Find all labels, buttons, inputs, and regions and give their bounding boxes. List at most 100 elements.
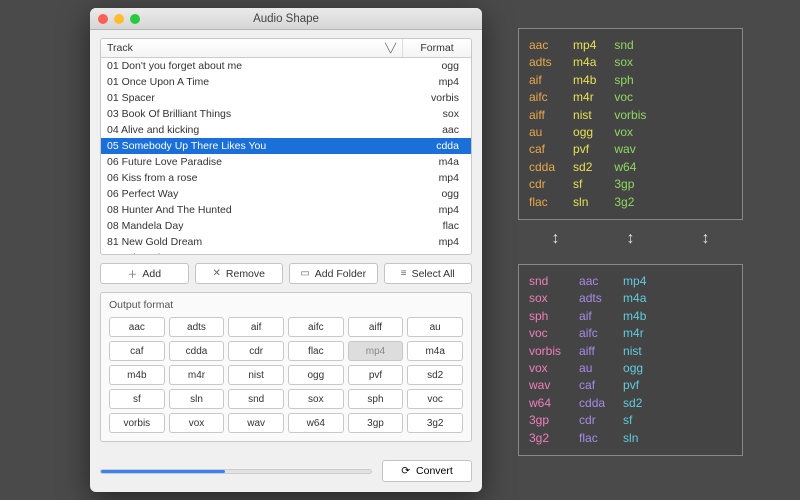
legend-item: w64 xyxy=(529,395,561,412)
format-snd[interactable]: snd xyxy=(228,389,284,409)
table-row[interactable]: 06 Kiss from a rosemp4 xyxy=(101,170,471,186)
legend-item: au xyxy=(579,360,605,377)
legend-item: flac xyxy=(579,430,605,447)
format-grid: aacadtsaifaifcaiffau cafcddacdrflacmp4m4a… xyxy=(109,317,463,433)
table-row[interactable]: 01 Lola's Thememp4 xyxy=(101,250,471,254)
format-ogg[interactable]: ogg xyxy=(288,365,344,385)
output-label: Output format xyxy=(109,299,463,311)
remove-button[interactable]: ✕Remove xyxy=(195,263,284,284)
format-pvf[interactable]: pvf xyxy=(348,365,404,385)
track-format: mp4 xyxy=(403,234,471,250)
legend-item: m4a xyxy=(623,290,646,307)
table-row[interactable]: 01 Once Upon A Timemp4 xyxy=(101,74,471,90)
footer: ⟳Convert xyxy=(100,460,472,482)
format-flac[interactable]: flac xyxy=(288,341,344,361)
add-folder-button[interactable]: ▭Add Folder xyxy=(289,263,378,284)
legend-item: caf xyxy=(579,377,605,394)
format-w64[interactable]: w64 xyxy=(288,413,344,433)
table-row[interactable]: 01 Don't you forget about meogg xyxy=(101,58,471,74)
table-row[interactable]: 01 Spacervorbis xyxy=(101,90,471,106)
table-row[interactable]: 08 Mandela Dayflac xyxy=(101,218,471,234)
format-voc[interactable]: voc xyxy=(407,389,463,409)
legend-item: voc xyxy=(614,89,646,106)
legend-item: sph xyxy=(529,308,561,325)
legend-item: 3gp xyxy=(529,412,561,429)
track-format: cdda xyxy=(403,138,471,154)
arrow-icon: ↕ xyxy=(552,230,560,248)
table-row[interactable]: 05 Somebody Up There Likes Youcdda xyxy=(101,138,471,154)
track-format: mp4 xyxy=(403,202,471,218)
format-sln[interactable]: sln xyxy=(169,389,225,409)
table-row[interactable]: 06 Perfect Wayogg xyxy=(101,186,471,202)
format-aifc[interactable]: aifc xyxy=(288,317,344,337)
legend-item: ogg xyxy=(573,124,596,141)
track-name: 08 Hunter And The Hunted xyxy=(101,202,403,218)
table-header: Track╲╱ Format xyxy=(101,39,471,58)
legend-item: 3g2 xyxy=(529,430,561,447)
table-body[interactable]: 01 Don't you forget about meogg01 Once U… xyxy=(101,58,471,254)
legend-item: vorbis xyxy=(614,107,646,124)
format-m4b[interactable]: m4b xyxy=(109,365,165,385)
format-m4r[interactable]: m4r xyxy=(169,365,225,385)
format-m4a[interactable]: m4a xyxy=(407,341,463,361)
table-row[interactable]: 08 Hunter And The Huntedmp4 xyxy=(101,202,471,218)
format-aif[interactable]: aif xyxy=(228,317,284,337)
legend-item: adts xyxy=(529,54,555,71)
table-row[interactable]: 06 Future Love Paradisem4a xyxy=(101,154,471,170)
format-vox[interactable]: vox xyxy=(169,413,225,433)
arrow-icon: ↕ xyxy=(702,230,710,248)
track-format: mp4 xyxy=(403,250,471,254)
window-content: Track╲╱ Format 01 Don't you forget about… xyxy=(90,30,482,492)
track-format: vorbis xyxy=(403,90,471,106)
format-wav[interactable]: wav xyxy=(228,413,284,433)
format-aiff[interactable]: aiff xyxy=(348,317,404,337)
track-name: 01 Lola's Theme xyxy=(101,250,403,254)
track-name: 06 Perfect Way xyxy=(101,186,403,202)
select-all-button[interactable]: ≡Select All xyxy=(384,263,473,284)
legend-item: m4a xyxy=(573,54,596,71)
format-cdr[interactable]: cdr xyxy=(228,341,284,361)
format-3gp[interactable]: 3gp xyxy=(348,413,404,433)
track-format: ogg xyxy=(403,58,471,74)
refresh-icon: ⟳ xyxy=(401,465,410,477)
arrow-icon: ↕ xyxy=(627,230,635,248)
convert-button[interactable]: ⟳Convert xyxy=(382,460,472,482)
format-3g2[interactable]: 3g2 xyxy=(407,413,463,433)
format-mp4[interactable]: mp4 xyxy=(348,341,404,361)
format-sd2[interactable]: sd2 xyxy=(407,365,463,385)
col-track[interactable]: Track╲╱ xyxy=(101,39,403,57)
track-format: flac xyxy=(403,218,471,234)
legend-item: nist xyxy=(623,343,646,360)
table-row[interactable]: 03 Book Of Brilliant Thingssox xyxy=(101,106,471,122)
track-name: 01 Don't you forget about me xyxy=(101,58,403,74)
list-icon: ≡ xyxy=(401,268,407,279)
legend-item: sln xyxy=(573,194,596,211)
format-caf[interactable]: caf xyxy=(109,341,165,361)
track-name: 08 Mandela Day xyxy=(101,218,403,234)
titlebar: Audio Shape xyxy=(90,8,482,30)
table-row[interactable]: 04 Alive and kickingaac xyxy=(101,122,471,138)
format-sph[interactable]: sph xyxy=(348,389,404,409)
format-sox[interactable]: sox xyxy=(288,389,344,409)
format-vorbis[interactable]: vorbis xyxy=(109,413,165,433)
format-adts[interactable]: adts xyxy=(169,317,225,337)
track-name: 81 New Gold Dream xyxy=(101,234,403,250)
track-name: 06 Future Love Paradise xyxy=(101,154,403,170)
format-au[interactable]: au xyxy=(407,317,463,337)
output-panel: Output format aacadtsaifaifcaiffau cafcdd… xyxy=(100,292,472,442)
table-row[interactable]: 81 New Gold Dreammp4 xyxy=(101,234,471,250)
format-aac[interactable]: aac xyxy=(109,317,165,337)
legend-item: sd2 xyxy=(623,395,646,412)
track-name: 04 Alive and kicking xyxy=(101,122,403,138)
format-cdda[interactable]: cdda xyxy=(169,341,225,361)
legend-item: m4r xyxy=(573,89,596,106)
format-nist[interactable]: nist xyxy=(228,365,284,385)
legend-item: vorbis xyxy=(529,343,561,360)
track-format: mp4 xyxy=(403,74,471,90)
legend-item: sf xyxy=(573,176,596,193)
legend-item: ogg xyxy=(623,360,646,377)
legend-item: mp4 xyxy=(623,273,646,290)
format-sf[interactable]: sf xyxy=(109,389,165,409)
col-format[interactable]: Format xyxy=(403,39,471,57)
add-button[interactable]: ＋Add xyxy=(100,263,189,284)
